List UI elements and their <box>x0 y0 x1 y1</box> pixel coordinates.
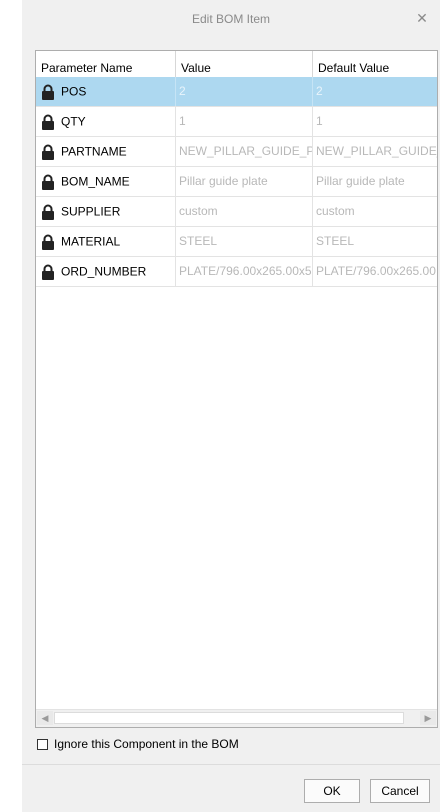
table-row[interactable]: QTY 1 1 <box>36 107 437 137</box>
ignore-component-checkbox[interactable] <box>37 738 48 750</box>
horizontal-scrollbar[interactable]: ◀ ▶ <box>36 709 437 727</box>
value-cell[interactable]: 2 <box>175 77 312 106</box>
default-value-cell: Pillar guide plate <box>312 167 437 196</box>
parameter-name-cell: MATERIAL <box>36 227 175 256</box>
column-header-default-value[interactable]: Default Value <box>312 51 437 77</box>
parameter-name: MATERIAL <box>61 234 121 249</box>
table-row[interactable]: SUPPLIER custom custom <box>36 197 437 227</box>
default-value-cell: 1 <box>312 107 437 136</box>
table-row[interactable]: PARTNAME NEW_PILLAR_GUIDE_PL NEW_PILLAR_GU… <box>36 137 437 167</box>
table-row[interactable]: MATERIAL STEEL STEEL <box>36 227 437 257</box>
parameter-name-cell: PARTNAME <box>36 137 175 166</box>
value-cell[interactable]: NEW_PILLAR_GUIDE_PL <box>175 137 312 166</box>
parameter-name-cell: SUPPLIER <box>36 197 175 226</box>
value-cell[interactable]: STEEL <box>175 227 312 256</box>
lock-icon <box>41 232 55 250</box>
value-cell[interactable]: custom <box>175 197 312 226</box>
parameter-name-cell: BOM_NAME <box>36 167 175 196</box>
scroll-left-icon[interactable]: ◀ <box>37 711 53 725</box>
value-cell[interactable]: PLATE/796.00x265.00x5 <box>175 257 312 286</box>
close-icon[interactable]: ✕ <box>414 10 430 26</box>
parameter-name-cell: ORD_NUMBER <box>36 257 175 286</box>
lock-icon <box>41 82 55 100</box>
dialog-title: Edit BOM Item <box>191 12 271 26</box>
ignore-component-label: Ignore this Component in the BOM <box>54 737 239 751</box>
value-cell[interactable]: 1 <box>175 107 312 136</box>
default-value-cell: 2 <box>312 77 437 106</box>
ignore-component-option[interactable]: Ignore this Component in the BOM <box>37 735 239 753</box>
cancel-button[interactable]: Cancel <box>370 779 430 803</box>
title-bar: Edit BOM Item ✕ <box>22 0 440 40</box>
parameter-name: BOM_NAME <box>61 174 130 189</box>
table-row[interactable]: BOM_NAME Pillar guide plate Pillar guide p… <box>36 167 437 197</box>
parameter-name: QTY <box>61 114 86 129</box>
column-header-parameter-name[interactable]: Parameter Name <box>36 51 175 77</box>
edit-bom-item-dialog: Edit BOM Item ✕ Parameter Name Value Def… <box>22 0 440 812</box>
lock-icon <box>41 142 55 160</box>
value-cell[interactable]: Pillar guide plate <box>175 167 312 196</box>
default-value-cell: custom <box>312 197 437 226</box>
parameter-name: ORD_NUMBER <box>61 264 147 279</box>
table-header: Parameter Name Value Default Value <box>36 51 437 78</box>
lock-icon <box>41 262 55 280</box>
default-value-cell: NEW_PILLAR_GUIDE_ <box>312 137 437 166</box>
bom-parameters-table: Parameter Name Value Default Value POS 2 2… <box>35 50 438 728</box>
lock-icon <box>41 112 55 130</box>
scroll-right-icon[interactable]: ▶ <box>420 711 436 725</box>
scrollbar-thumb[interactable] <box>54 712 404 724</box>
parameter-name-cell: POS <box>36 77 175 106</box>
parameter-name-cell: QTY <box>36 107 175 136</box>
parameter-name: POS <box>61 84 87 99</box>
lock-icon <box>41 172 55 190</box>
footer-divider <box>22 764 440 765</box>
column-header-value[interactable]: Value <box>175 51 312 77</box>
default-value-cell: STEEL <box>312 227 437 256</box>
table-row[interactable]: POS 2 2 <box>36 77 437 107</box>
default-value-cell: PLATE/796.00x265.00 <box>312 257 437 286</box>
lock-icon <box>41 202 55 220</box>
parameter-name: SUPPLIER <box>61 204 121 219</box>
ok-button[interactable]: OK <box>304 779 360 803</box>
table-row[interactable]: ORD_NUMBER PLATE/796.00x265.00x5 PLATE/796… <box>36 257 437 287</box>
parameter-name: PARTNAME <box>61 144 127 159</box>
